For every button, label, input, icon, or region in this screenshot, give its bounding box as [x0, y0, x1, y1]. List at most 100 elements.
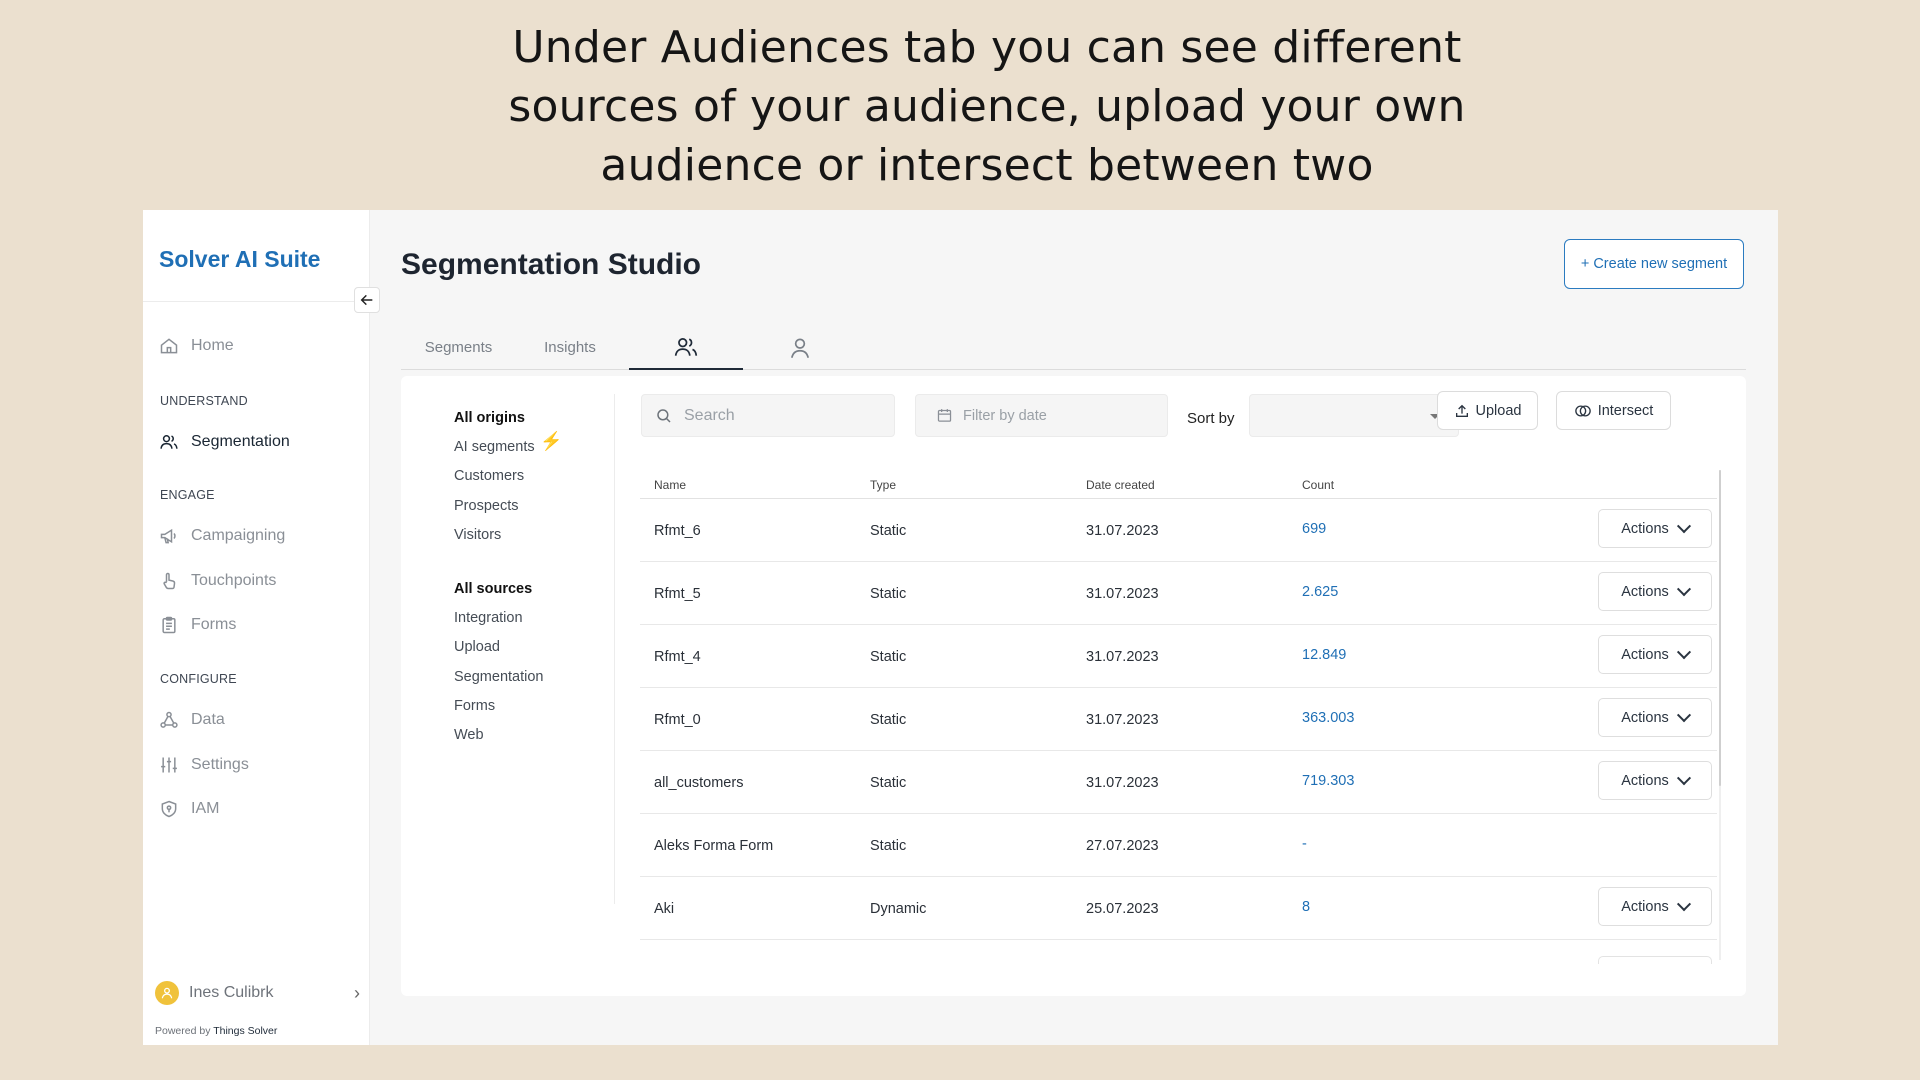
actions-button[interactable]: Actions	[1598, 635, 1712, 674]
cell-type: Static	[870, 838, 907, 854]
table-row[interactable]: all_customers Static 31.07.2023 719.303 …	[640, 751, 1717, 814]
cell-type: Static	[870, 775, 907, 791]
table-row[interactable]: Rfmt_4 Static 31.07.2023 12.849 Actions	[640, 625, 1717, 688]
actions-label: Actions	[1621, 520, 1669, 537]
cell-count[interactable]: 719.303	[1302, 773, 1354, 789]
page-title: Segmentation Studio	[401, 248, 701, 281]
actions-button[interactable]: Actions	[1598, 887, 1712, 926]
column-header-date[interactable]: Date created	[1086, 478, 1155, 492]
filter-forms[interactable]: Forms	[454, 698, 495, 714]
cell-date: 31.07.2023	[1086, 649, 1159, 665]
actions-label: Actions	[1621, 583, 1669, 600]
filter-prospects[interactable]: Prospects	[454, 498, 518, 514]
actions-label: Actions	[1621, 772, 1669, 789]
cell-type: Dynamic	[870, 901, 927, 917]
powered-by: Powered by Things Solver	[155, 1025, 277, 1037]
cell-type: Static	[870, 586, 907, 602]
intersect-button[interactable]: Intersect	[1556, 391, 1671, 430]
filter-upload[interactable]: Upload	[454, 639, 500, 655]
collapse-sidebar-button[interactable]	[354, 287, 380, 313]
cell-count[interactable]: 699	[1302, 521, 1326, 537]
cell-date: 31.07.2023	[1086, 775, 1159, 791]
sidebar-item-iam[interactable]: IAM	[159, 799, 219, 819]
brand-divider	[143, 301, 370, 302]
table-row[interactable]: Aki Dynamic 25.07.2023 8 Actions	[640, 877, 1717, 940]
tab-insights[interactable]: Insights	[516, 325, 624, 370]
users-icon	[160, 435, 178, 449]
section-engage: ENGAGE	[160, 488, 215, 502]
brand-logo[interactable]: Solver AI Suite	[159, 246, 320, 273]
avatar	[155, 981, 179, 1005]
sidebar-item-home[interactable]: Home	[159, 336, 234, 356]
actions-button-partial[interactable]	[1598, 956, 1712, 964]
filter-customers[interactable]: Customers	[454, 468, 524, 484]
filter-visitors[interactable]: Visitors	[454, 527, 501, 543]
cell-type: Static	[870, 523, 907, 539]
chevron-down-icon	[1676, 644, 1691, 659]
caption-line-2: sources of your audience, upload your ow…	[508, 81, 1466, 132]
cell-count[interactable]: 12.849	[1302, 647, 1346, 663]
cell-date: 25.07.2023	[1086, 901, 1159, 917]
sidebar-item-campaigning[interactable]: Campaigning	[159, 526, 285, 546]
column-header-count[interactable]: Count	[1302, 478, 1334, 492]
chevron-down-icon	[1676, 518, 1691, 533]
sidebar-item-label: Campaigning	[191, 527, 286, 544]
date-filter-input[interactable]	[963, 407, 1143, 424]
cell-type: Static	[870, 649, 907, 665]
filter-divider	[614, 394, 615, 904]
cell-name: Aki	[654, 901, 675, 917]
actions-label: Actions	[1621, 898, 1669, 915]
sidebar-item-label: Forms	[191, 616, 237, 633]
filter-segmentation[interactable]: Segmentation	[454, 669, 543, 685]
tab-profile[interactable]	[743, 325, 857, 370]
upload-button[interactable]: Upload	[1437, 391, 1538, 430]
date-filter-field[interactable]	[915, 394, 1168, 437]
user-menu[interactable]: Ines Culibrk ›	[155, 981, 360, 1005]
chevron-down-icon	[1676, 896, 1691, 911]
sidebar-item-label: Touchpoints	[191, 572, 277, 589]
filter-integration[interactable]: Integration	[454, 610, 523, 626]
actions-label: Actions	[1621, 646, 1669, 663]
cell-name: Rfmt_6	[654, 523, 701, 539]
sidebar-item-settings[interactable]: Settings	[159, 755, 249, 775]
cell-count[interactable]: 8	[1302, 899, 1310, 915]
tab-segments[interactable]: Segments	[401, 325, 516, 370]
actions-button[interactable]: Actions	[1598, 761, 1712, 800]
table-row[interactable]: Rfmt_0 Static 31.07.2023 363.003 Actions	[640, 688, 1717, 751]
table-row[interactable]: Rfmt_5 Static 31.07.2023 2.625 Actions	[640, 562, 1717, 625]
filter-ai-segments[interactable]: AI segments ⚡	[454, 431, 562, 455]
filter-all-origins[interactable]: All origins	[454, 410, 525, 426]
sidebar-item-forms[interactable]: Forms	[159, 615, 236, 635]
actions-button[interactable]: Actions	[1598, 698, 1712, 737]
cell-date: 31.07.2023	[1086, 523, 1159, 539]
chevron-right-icon[interactable]: ›	[354, 983, 360, 1004]
column-header-name[interactable]: Name	[654, 478, 686, 492]
table-row[interactable]: Rfmt_6 Static 31.07.2023 699 Actions	[640, 499, 1717, 562]
cell-count[interactable]: 2.625	[1302, 584, 1338, 600]
scrollbar-thumb[interactable]	[1719, 470, 1721, 786]
sort-by-select[interactable]	[1249, 394, 1459, 437]
sidebar-item-touchpoints[interactable]: Touchpoints	[159, 571, 276, 591]
actions-button[interactable]: Actions	[1598, 572, 1712, 611]
filter-web[interactable]: Web	[454, 727, 484, 743]
sidebar-item-label: Settings	[191, 756, 249, 773]
sort-by-label: Sort by	[1187, 410, 1235, 427]
create-new-segment-button[interactable]: + Create new segment	[1564, 239, 1744, 289]
lightning-icon: ⚡	[540, 431, 563, 451]
sidebar-item-data[interactable]: Data	[159, 710, 225, 730]
sidebar-item-segmentation[interactable]: Segmentation	[159, 432, 290, 452]
filter-all-sources[interactable]: All sources	[454, 581, 532, 597]
cell-date: 31.07.2023	[1086, 712, 1159, 728]
intersect-label: Intersect	[1597, 402, 1654, 419]
tab-bar: Segments Insights	[401, 325, 1746, 370]
column-header-type[interactable]: Type	[870, 478, 896, 492]
table-row[interactable]: Aleks Forma Form Static 27.07.2023 -	[640, 814, 1717, 877]
users-icon	[674, 337, 698, 356]
search-input[interactable]	[684, 406, 864, 425]
sidebar-item-label: IAM	[191, 800, 220, 817]
actions-button[interactable]: Actions	[1598, 509, 1712, 548]
tab-audiences[interactable]	[629, 325, 743, 370]
search-field[interactable]	[641, 394, 895, 437]
cell-count[interactable]: 363.003	[1302, 710, 1354, 726]
clipboard-icon	[162, 616, 176, 634]
